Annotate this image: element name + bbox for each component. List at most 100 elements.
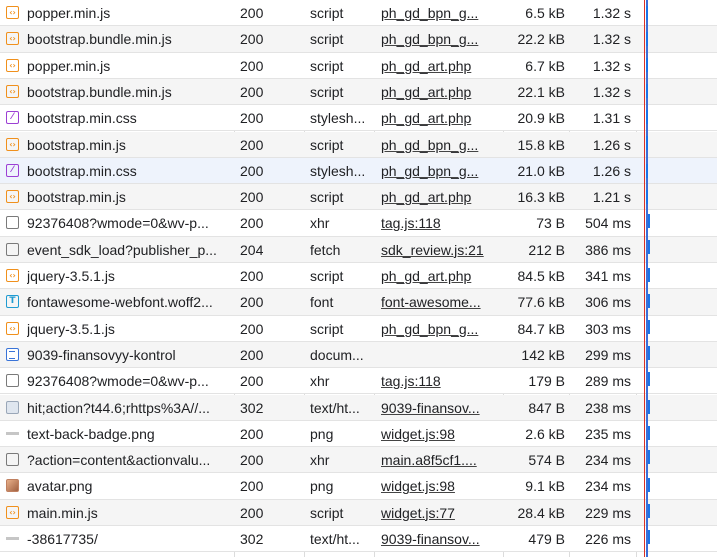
request-time: 229 ms — [585, 504, 631, 521]
request-status: 200 — [240, 452, 264, 469]
request-row[interactable]: Tfontawesome-webfont.woff2... 200 font font… — [0, 289, 717, 316]
request-row[interactable]: text-back-badge.png 200 png widget.js:98 2.6… — [0, 420, 717, 448]
request-row[interactable]: 9039-finansovyy-kontrol 200 docum... 142 kB… — [0, 341, 717, 369]
request-status: 200 — [240, 5, 264, 21]
script-icon: ‹› — [6, 84, 19, 98]
request-name: bootstrap.bundle.min.js — [27, 31, 172, 48]
request-row[interactable]: hit;action?t44.6;rhttps%3A//... 302 text/h… — [0, 394, 717, 421]
request-time: 226 ms — [585, 531, 631, 547]
request-initiator[interactable]: 9039-finansov... — [381, 526, 499, 551]
request-size: 212 B — [528, 241, 565, 258]
request-row[interactable]: avatar.png 200 png widget.js:98 9.1 kB 234 ms — [0, 473, 717, 500]
request-initiator[interactable]: ph_gd_art.php — [381, 184, 499, 209]
request-status: 200 — [240, 346, 264, 363]
request-initiator[interactable]: sdk_review.js:21 — [381, 237, 499, 262]
waterfall-bar — [648, 214, 650, 228]
request-type: text/ht... — [310, 531, 360, 547]
request-name: fontawesome-webfont.woff2... — [27, 294, 213, 311]
request-initiator[interactable]: tag.js:118 — [381, 368, 499, 393]
request-initiator[interactable]: ph_gd_art.php — [381, 53, 499, 78]
script-icon: ‹› — [6, 32, 19, 46]
request-row[interactable]: ⁄ bootstrap.min.css 200 stylesh... ph_gd_art… — [0, 105, 717, 132]
request-row[interactable]: ‹› bootstrap.min.js 200 script ph_gd_art.php… — [0, 184, 717, 211]
request-time: 306 ms — [585, 294, 631, 311]
request-initiator[interactable]: tag.js:118 — [381, 210, 499, 235]
request-row[interactable]: ‹› jquery-3.5.1.js 200 script ph_gd_art.php 8… — [0, 263, 717, 290]
request-name: avatar.png — [27, 478, 93, 495]
request-row[interactable]: 92376408?wmode=0&wv-p... 200 xhr tag.js:118… — [0, 210, 717, 237]
request-initiator[interactable]: ph_gd_art.php — [381, 79, 499, 104]
request-time: 235 ms — [585, 425, 631, 442]
request-row[interactable]: 92376408?wmode=0&wv-p... 200 xhr tag.js:118… — [0, 368, 717, 395]
request-initiator[interactable]: font-awesome... — [381, 289, 499, 314]
request-initiator[interactable]: widget.js:77 — [381, 500, 499, 525]
request-name: bootstrap.min.js — [27, 189, 126, 206]
request-status: 200 — [240, 504, 264, 521]
avatar-image-icon — [6, 479, 19, 493]
request-name: jquery-3.5.1.js — [27, 320, 115, 337]
request-size: 574 B — [528, 452, 565, 469]
load-event-line — [644, 0, 645, 557]
request-row[interactable]: ?action=content&actionvalu... 200 xhr main.… — [0, 447, 717, 474]
request-row[interactable]: -38617735/302 text/ht... 9039-finansov... 4… — [0, 526, 717, 553]
network-request-table: ‹› popper.min.js 200 script ph_gd_bpn_g... 6.… — [0, 0, 717, 557]
request-time: 386 ms — [585, 241, 631, 258]
request-row[interactable]: ‹› popper.min.js 200 script ph_gd_art.php 6.7… — [0, 52, 717, 79]
request-name: event_sdk_load?publisher_p... — [27, 241, 217, 258]
script-icon: ‹› — [6, 505, 19, 519]
request-initiator[interactable]: ph_gd_art.php — [381, 263, 499, 288]
request-time: 234 ms — [585, 452, 631, 469]
request-initiator[interactable]: main.a8f5cf1.... — [381, 447, 499, 472]
request-status: 200 — [240, 83, 264, 100]
request-row[interactable]: ‹› bootstrap.bundle.min.js 200 script ph_gd_… — [0, 26, 717, 53]
request-initiator[interactable]: widget.js:98 — [381, 473, 499, 498]
request-name: bootstrap.bundle.min.js — [27, 83, 172, 100]
request-initiator[interactable]: ph_gd_bpn_g... — [381, 0, 499, 25]
request-status: 302 — [240, 399, 264, 416]
script-icon: ‹› — [6, 6, 19, 19]
request-initiator[interactable]: widget.js:98 — [381, 421, 499, 446]
waterfall-bar — [648, 426, 650, 440]
request-row[interactable]: ‹› popper.min.js 200 script ph_gd_bpn_g... 6.… — [0, 0, 717, 27]
request-status: 302 — [240, 531, 264, 547]
request-size: 20.9 kB — [517, 110, 565, 127]
request-size: 142 kB — [521, 346, 565, 363]
request-initiator[interactable]: ph_gd_bpn_g... — [381, 132, 499, 157]
xhr-icon — [6, 242, 19, 256]
request-name: bootstrap.min.js — [27, 136, 126, 153]
request-status: 200 — [240, 478, 264, 495]
request-size: 6.7 kB — [525, 57, 565, 74]
stylesheet-icon: ⁄ — [6, 163, 19, 177]
request-row[interactable]: ⁄ bootstrap.min.css 200 stylesh... ph_gd_bpn… — [0, 157, 717, 185]
request-initiator[interactable]: ph_gd_bpn_g... — [381, 316, 499, 341]
request-time: 299 ms — [585, 346, 631, 363]
request-initiator[interactable]: ph_gd_bpn_g... — [381, 26, 499, 51]
request-row[interactable]: ‹› jquery-3.5.1.js 200 script ph_gd_bpn_g...… — [0, 315, 717, 342]
request-time: 289 ms — [585, 373, 631, 390]
request-type: script — [310, 268, 344, 284]
waterfall-bar — [648, 240, 650, 254]
waterfall-bar — [646, 32, 648, 46]
request-type: stylesh... — [310, 110, 366, 127]
stylesheet-icon: ⁄ — [6, 111, 19, 125]
request-time: 1.32 s — [592, 57, 631, 74]
waterfall-bar — [646, 136, 648, 150]
request-size: 9.1 kB — [525, 478, 565, 495]
request-initiator[interactable]: ph_gd_bpn_g... — [381, 158, 499, 183]
request-name: 92376408?wmode=0&wv-p... — [27, 373, 209, 390]
request-time: 1.32 s — [592, 31, 631, 48]
waterfall-bar — [648, 346, 650, 360]
request-size: 84.7 kB — [517, 320, 565, 337]
waterfall-bar — [646, 58, 648, 72]
request-type: script — [310, 136, 344, 153]
request-type: text/ht... — [310, 399, 360, 416]
request-initiator[interactable]: 9039-finansov... — [381, 395, 499, 420]
request-initiator[interactable]: ph_gd_art.php — [381, 105, 499, 130]
request-row[interactable]: event_sdk_load?publisher_p... 204 fetch sdk… — [0, 236, 717, 263]
request-row[interactable]: ‹› main.min.js 200 script widget.js:77 28.4 k… — [0, 499, 717, 526]
request-size: 73 B — [536, 215, 565, 232]
request-row[interactable]: ‹› bootstrap.min.js 200 script ph_gd_bpn_g..… — [0, 131, 717, 158]
xhr-icon — [6, 216, 19, 230]
request-row[interactable]: ‹› bootstrap.bundle.min.js 200 script ph_gd_… — [0, 78, 717, 106]
waterfall-bar — [648, 320, 650, 334]
